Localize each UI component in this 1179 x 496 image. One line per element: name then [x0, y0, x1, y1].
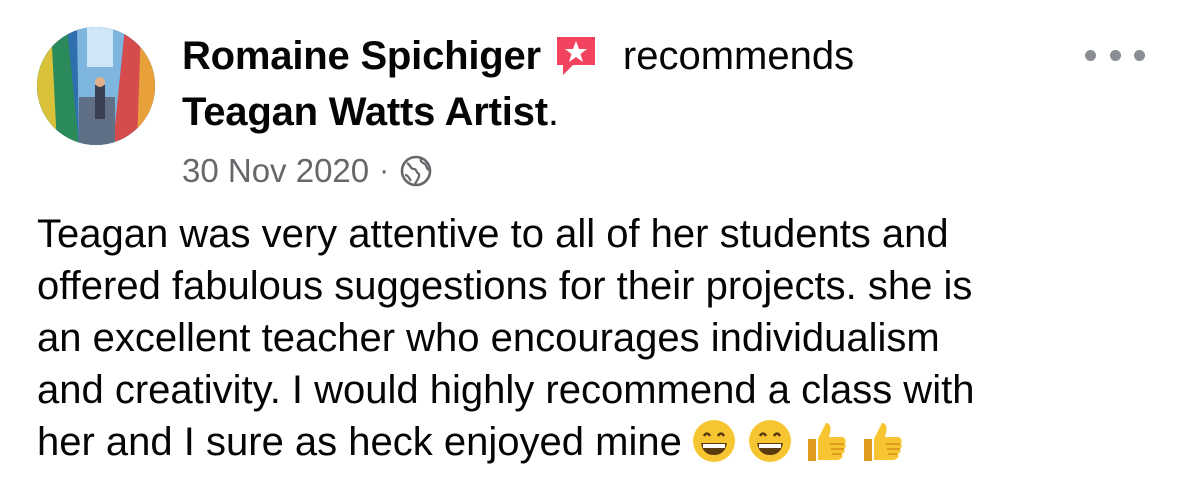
post-header: Romaine Spichiger recommends Teagan Watt… — [182, 28, 1082, 140]
post-text-line: an excellent teacher who encourages indi… — [37, 316, 940, 360]
recommendation-star-icon — [553, 33, 599, 79]
globe-icon[interactable] — [399, 154, 433, 188]
grinning-face-emoji-icon — [690, 417, 738, 465]
post-text-line: her and I sure as heck enjoyed mine — [37, 420, 682, 464]
thumbs-up-emoji-icon — [802, 417, 850, 465]
action-text: recommends — [622, 33, 855, 78]
meta-separator: · — [379, 154, 390, 187]
post-body: Teagan was very attentive to all of her … — [37, 208, 1157, 468]
page-name-period: . — [547, 89, 559, 134]
recommended-page-name[interactable]: Teagan Watts Artist — [182, 90, 548, 135]
post-text-line: Teagan was very attentive to all of her … — [37, 212, 949, 256]
more-dot — [1134, 49, 1145, 61]
thumbs-up-emoji-icon — [858, 417, 906, 465]
post-date[interactable]: 30 Nov 2020 — [182, 152, 369, 190]
post-text-last-line: her and I sure as heck enjoyed mine — [37, 416, 1157, 468]
post-text-line: and creativity. I would highly recommend… — [37, 368, 975, 412]
recommended-page-line: Teagan Watts Artist. — [182, 84, 1082, 140]
more-dot — [1085, 49, 1096, 61]
avatar[interactable] — [37, 27, 155, 145]
post-meta: 30 Nov 2020 · — [182, 148, 433, 194]
post-text-line: offered fabulous suggestions for their p… — [37, 264, 973, 308]
grinning-face-emoji-icon — [746, 417, 794, 465]
more-dot — [1109, 49, 1121, 61]
more-options-icon[interactable] — [1085, 40, 1145, 70]
post-header-line: Romaine Spichiger recommends — [182, 28, 1082, 84]
author-name[interactable]: Romaine Spichiger — [182, 34, 541, 79]
